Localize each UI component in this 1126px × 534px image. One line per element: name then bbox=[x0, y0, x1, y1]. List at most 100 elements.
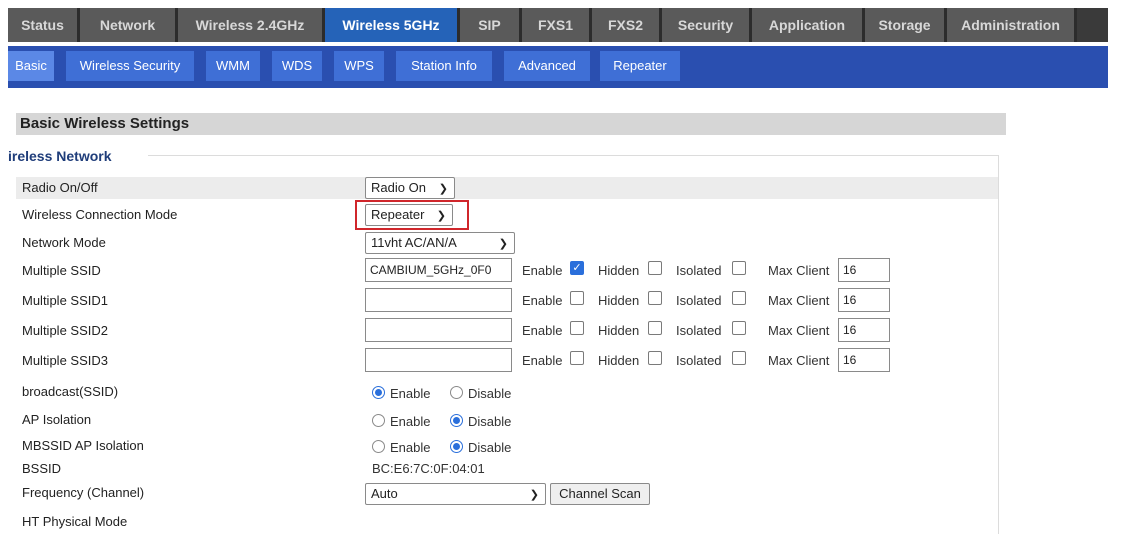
subtab-repeater[interactable]: Repeater bbox=[600, 51, 680, 81]
hidden-label: Hidden bbox=[598, 293, 640, 308]
broadcast-enable-label: Enable bbox=[390, 386, 431, 401]
ap-isolation-disable-label: Disable bbox=[468, 414, 512, 429]
channel-scan-button[interactable]: Channel Scan bbox=[550, 483, 650, 505]
mbssid-isolation-enable-radio[interactable] bbox=[372, 440, 385, 453]
tab-security[interactable]: Security bbox=[662, 8, 752, 42]
ht-physical-mode-label: HT Physical Mode bbox=[22, 514, 128, 529]
hidden-label: Hidden bbox=[598, 353, 640, 368]
network-mode-select[interactable]: 11vht AC/AN/A ❯ bbox=[365, 232, 515, 254]
broadcast-disable-label: Disable bbox=[468, 386, 512, 401]
ssid3-enable-checkbox[interactable] bbox=[570, 351, 584, 365]
ap-isolation-enable-label: Enable bbox=[390, 414, 431, 429]
ssid1-input[interactable] bbox=[365, 288, 512, 312]
ap-isolation-label: AP Isolation bbox=[22, 412, 92, 427]
hidden-label: Hidden bbox=[598, 263, 640, 278]
isolated-label: Isolated bbox=[676, 323, 722, 338]
ssid3-label: Multiple SSID3 bbox=[22, 353, 108, 368]
sub-navigation: Basic Wireless Security WMM WDS WPS Stat… bbox=[8, 46, 1108, 88]
fieldset-border-right bbox=[998, 155, 999, 534]
ssid2-max-client-input[interactable]: 16 bbox=[838, 318, 890, 342]
ssid3-max-client-input[interactable]: 16 bbox=[838, 348, 890, 372]
checkmark-icon: ✓ bbox=[572, 262, 582, 274]
network-mode-label: Network Mode bbox=[22, 235, 106, 250]
tab-fxs2[interactable]: FXS2 bbox=[592, 8, 662, 42]
broadcast-label: broadcast(SSID) bbox=[22, 384, 119, 399]
frequency-label: Frequency (Channel) bbox=[22, 485, 145, 500]
mbssid-isolation-enable-label: Enable bbox=[390, 440, 431, 455]
broadcast-enable-radio[interactable] bbox=[372, 386, 385, 399]
isolated-label: Isolated bbox=[676, 293, 722, 308]
router-admin-page: Status Network Wireless 2.4GHz Wireless … bbox=[8, 8, 1108, 534]
red-highlight-box bbox=[355, 200, 469, 230]
section-title: Basic Wireless Settings bbox=[16, 113, 1006, 135]
tab-status[interactable]: Status bbox=[8, 8, 80, 42]
ssid-label: Multiple SSID bbox=[22, 263, 101, 278]
max-client-label: Max Client bbox=[768, 293, 830, 308]
subtab-station-info[interactable]: Station Info bbox=[396, 51, 492, 81]
ssid-isolated-checkbox[interactable] bbox=[732, 261, 746, 275]
top-navigation: Status Network Wireless 2.4GHz Wireless … bbox=[8, 8, 1108, 42]
ssid-hidden-checkbox[interactable] bbox=[648, 261, 662, 275]
tab-wireless-24ghz[interactable]: Wireless 2.4GHz bbox=[178, 8, 325, 42]
chevron-down-icon: ❯ bbox=[438, 183, 448, 195]
frequency-select[interactable]: Auto ❯ bbox=[365, 483, 546, 505]
ap-isolation-enable-radio[interactable] bbox=[372, 414, 385, 427]
enable-label: Enable bbox=[522, 293, 563, 308]
radio-onoff-label: Radio On/Off bbox=[22, 180, 98, 195]
row-highlight bbox=[16, 177, 998, 199]
subtab-wps[interactable]: WPS bbox=[334, 51, 384, 81]
enable-label: Enable bbox=[522, 323, 563, 338]
subtab-advanced[interactable]: Advanced bbox=[504, 51, 590, 81]
enable-label: Enable bbox=[522, 263, 563, 278]
max-client-label: Max Client bbox=[768, 353, 830, 368]
ssid-input[interactable]: CAMBIUM_5GHz_0F0 bbox=[365, 258, 512, 282]
max-client-label: Max Client bbox=[768, 263, 830, 278]
ssid1-label: Multiple SSID1 bbox=[22, 293, 108, 308]
tab-administration[interactable]: Administration bbox=[947, 8, 1077, 42]
ssid2-label: Multiple SSID2 bbox=[22, 323, 108, 338]
chevron-down-icon: ❯ bbox=[498, 238, 508, 250]
chevron-down-icon: ❯ bbox=[529, 489, 539, 501]
ssid3-hidden-checkbox[interactable] bbox=[648, 351, 662, 365]
ssid1-enable-checkbox[interactable] bbox=[570, 291, 584, 305]
ssid3-isolated-checkbox[interactable] bbox=[732, 351, 746, 365]
isolated-label: Isolated bbox=[676, 263, 722, 278]
radio-onoff-value: Radio On bbox=[371, 180, 426, 195]
mbssid-isolation-disable-radio[interactable] bbox=[450, 440, 463, 453]
ssid3-input[interactable] bbox=[365, 348, 512, 372]
mbssid-isolation-disable-label: Disable bbox=[468, 440, 512, 455]
connection-mode-label: Wireless Connection Mode bbox=[22, 207, 178, 222]
enable-label: Enable bbox=[522, 353, 563, 368]
hidden-label: Hidden bbox=[598, 323, 640, 338]
subtab-wmm[interactable]: WMM bbox=[206, 51, 260, 81]
ssid2-input[interactable] bbox=[365, 318, 512, 342]
frequency-value: Auto bbox=[371, 486, 398, 501]
ssid2-enable-checkbox[interactable] bbox=[570, 321, 584, 335]
ssid1-isolated-checkbox[interactable] bbox=[732, 291, 746, 305]
tab-application[interactable]: Application bbox=[752, 8, 865, 42]
tab-network[interactable]: Network bbox=[80, 8, 178, 42]
bssid-label: BSSID bbox=[22, 461, 62, 476]
subtab-basic[interactable]: Basic bbox=[8, 51, 54, 81]
radio-onoff-select[interactable]: Radio On ❯ bbox=[365, 177, 455, 199]
ssid2-isolated-checkbox[interactable] bbox=[732, 321, 746, 335]
ssid2-hidden-checkbox[interactable] bbox=[648, 321, 662, 335]
ssid1-hidden-checkbox[interactable] bbox=[648, 291, 662, 305]
bssid-value: BC:E6:7C:0F:04:01 bbox=[372, 461, 485, 476]
fieldset-border bbox=[148, 155, 998, 156]
max-client-label: Max Client bbox=[768, 323, 830, 338]
tab-wireless-5ghz[interactable]: Wireless 5GHz bbox=[325, 8, 460, 42]
tab-fxs1[interactable]: FXS1 bbox=[522, 8, 592, 42]
fieldset-legend: ireless Network bbox=[8, 148, 112, 164]
ssid1-max-client-input[interactable]: 16 bbox=[838, 288, 890, 312]
subtab-wireless-security[interactable]: Wireless Security bbox=[66, 51, 194, 81]
mbssid-isolation-label: MBSSID AP Isolation bbox=[22, 438, 144, 453]
ssid-max-client-input[interactable]: 16 bbox=[838, 258, 890, 282]
ssid-enable-checkbox[interactable]: ✓ bbox=[570, 261, 584, 275]
tab-storage[interactable]: Storage bbox=[865, 8, 947, 42]
subtab-wds[interactable]: WDS bbox=[272, 51, 322, 81]
broadcast-disable-radio[interactable] bbox=[450, 386, 463, 399]
network-mode-value: 11vht AC/AN/A bbox=[371, 235, 457, 250]
tab-sip[interactable]: SIP bbox=[460, 8, 522, 42]
ap-isolation-disable-radio[interactable] bbox=[450, 414, 463, 427]
